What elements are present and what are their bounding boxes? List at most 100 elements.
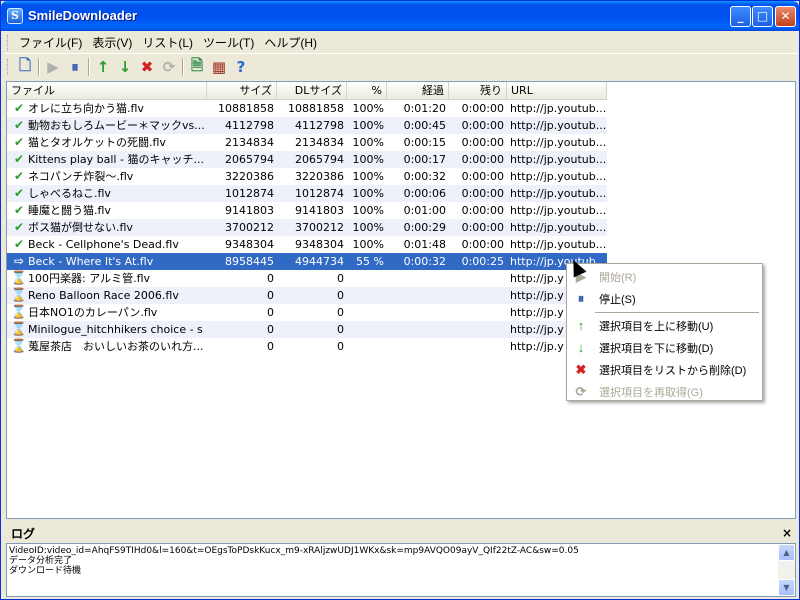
pct-cell — [347, 270, 387, 287]
column-header-0[interactable]: ファイル — [7, 82, 207, 100]
table-row[interactable]: ✔ 睡魔と闘う猫.flv 9141803 9141803 100% 0:01:00 0:00… — [7, 202, 607, 219]
table-row[interactable]: ⇨ Beck - Where It's At.flv 8958445 4944734 5… — [7, 253, 607, 270]
ctx-move-down-label: 選択項目を下に移動(D) — [599, 342, 714, 355]
menubar-grip[interactable] — [7, 34, 10, 51]
window-title: SmileDownloader — [28, 8, 138, 23]
remaining-cell: 0:00:00 — [461, 102, 504, 115]
column-header-4[interactable]: 経過 — [387, 82, 449, 100]
column-header-5[interactable]: 残り — [449, 82, 507, 100]
remaining-cell: 0:00:00 — [461, 170, 504, 183]
column-header-1[interactable]: サイズ — [207, 82, 277, 100]
ctx-delete[interactable]: ✖ 選択項目をリストから削除(D) — [569, 359, 760, 380]
ctx-start-label: 開始(R) — [599, 271, 637, 284]
elapsed-cell: 0:01:20 — [403, 102, 446, 115]
title-bar[interactable]: S SmileDownloader _ □ ✕ — [1, 1, 799, 31]
file-name-cell: ⌛ 100円楽器: アルミ管.flv — [7, 270, 207, 287]
size-cell: 0 — [267, 306, 274, 319]
menu-item-1[interactable]: 表示(V) — [87, 34, 137, 51]
table-row[interactable]: ⌛ 蒐屋茶店 おいしいお茶のいれ方... 0 0 http://jp.y — [7, 338, 607, 355]
settings-icon[interactable]: ▦ — [208, 56, 230, 78]
file-name-cell: ⇨ Beck - Where It's At.flv — [7, 253, 207, 270]
log-scrollbar[interactable]: ▲ ▼ — [778, 544, 795, 596]
check-icon: ✔ — [13, 169, 25, 183]
table-row[interactable]: ✔ ボス猫が倒せない.flv 3700212 3700212 100% 0:00:29 0:… — [7, 219, 607, 236]
hourglass-icon: ⌛ — [10, 305, 28, 320]
file-name: 蒐屋茶店 おいしいお茶のいれ方... — [28, 340, 204, 353]
elapsed-cell — [387, 270, 449, 287]
toolbar: 🗋 ▶ ⏸ ↑ ↓ ✖ ⟳ 🗎 ▦? — [4, 55, 798, 79]
log-panel[interactable]: VideoID:video_id=AhqFS9TIHd0&l=160&t=OEg… — [6, 543, 796, 597]
menu-item-0[interactable]: ファイル(F) — [14, 34, 87, 51]
move-up-icon[interactable]: ↑ — [92, 56, 114, 78]
table-row[interactable]: ⌛ Minilogue_hitchhikers choice - s... 0 0 ht… — [7, 321, 607, 338]
move-down-icon[interactable]: ↓ — [114, 56, 136, 78]
log-close-icon[interactable]: × — [782, 526, 792, 540]
table-row[interactable]: ✔ 動物おもしろムービー＊マックvs... 4112798 4112798 100% 0:… — [7, 117, 607, 134]
menu-item-4[interactable]: ヘルプ(H) — [259, 34, 322, 51]
dl-cell: 2134834 — [295, 136, 344, 149]
column-header-6[interactable]: URL — [507, 82, 607, 100]
table-row[interactable]: ⌛ 日本NO1のカレーパン.flv 0 0 http://jp.y — [7, 304, 607, 321]
scroll-down-icon[interactable]: ▼ — [778, 579, 795, 596]
table-row[interactable]: ⌛ Reno Balloon Race 2006.flv 0 0 http://jp.y — [7, 287, 607, 304]
size-cell: 3700212 — [207, 219, 277, 236]
remaining-cell: 0:00:00 — [449, 185, 507, 202]
size-cell: 0 — [267, 340, 274, 353]
dl-cell: 3220386 — [295, 170, 344, 183]
scroll-up-icon[interactable]: ▲ — [778, 544, 795, 561]
help-icon[interactable]: ? — [230, 56, 252, 78]
main-window: S SmileDownloader _ □ ✕ ファイル(F) 表示(V) リスト(… — [0, 0, 800, 600]
table-row[interactable]: ⌛ 100円楽器: アルミ管.flv 0 0 http://jp.y — [7, 270, 607, 287]
table-row[interactable]: ✔ Kittens play ball - 猫のキャッチ... 2065794 206… — [7, 151, 607, 168]
check-icon: ✔ — [13, 186, 25, 200]
pct-cell — [347, 321, 387, 338]
menu-item-2[interactable]: リスト(L) — [137, 34, 198, 51]
url-cell: http://jp.youtub... — [507, 219, 607, 236]
pct-cell: 100% — [347, 219, 387, 236]
table-row[interactable]: ✔ しゃべるねこ.flv 1012874 1012874 100% 0:00:06 0:00… — [7, 185, 607, 202]
toolbar-grip[interactable] — [7, 59, 10, 75]
table-row[interactable]: ✔ オレに立ち向かう猫.flv 10881858 10881858 100% 0:01:2… — [7, 100, 607, 117]
file-name: しゃべるねこ.flv — [28, 187, 111, 200]
app-icon[interactable]: S — [7, 8, 23, 24]
arrow-down-icon: ↓ — [577, 340, 585, 355]
size-cell: 4112798 — [207, 117, 277, 134]
remaining-cell — [449, 338, 507, 355]
toolbar-separator — [38, 58, 40, 76]
refetch-icon: ⟳ — [575, 383, 587, 399]
ctx-move-up[interactable]: ↑ 選択項目を上に移動(U) — [569, 315, 760, 336]
minimize-button[interactable]: _ — [730, 6, 751, 27]
stop-icon[interactable]: ⏸ — [64, 56, 86, 78]
ctx-start: ▶ 開始(R) — [569, 266, 760, 287]
file-name-cell: ✔ しゃべるねこ.flv — [7, 185, 207, 202]
check-icon: ✔ — [13, 135, 25, 149]
table-row[interactable]: ✔ Beck - Cellphone's Dead.flv 9348304 93483… — [7, 236, 607, 253]
hourglass-icon: ⌛ — [10, 339, 28, 354]
column-header-3[interactable]: % — [347, 82, 387, 100]
new-document-icon[interactable]: 🗋 — [14, 56, 36, 78]
ctx-move-up-label: 選択項目を上に移動(U) — [599, 320, 714, 333]
menu-bar: ファイル(F) 表示(V) リスト(L) ツール(T) ヘルプ(H) — [4, 32, 798, 54]
close-button[interactable]: ✕ — [775, 6, 796, 27]
export-icon[interactable]: 🗎 — [186, 56, 208, 78]
check-icon: ✔ — [13, 152, 25, 166]
download-rows: ✔ オレに立ち向かう猫.flv 10881858 10881858 100% 0:01:2… — [7, 100, 607, 355]
column-header-2[interactable]: DLサイズ — [277, 82, 347, 100]
maximize-button[interactable]: □ — [752, 6, 773, 27]
url-cell: http://jp.youtub... — [507, 185, 607, 202]
dl-cell: 0 — [277, 321, 347, 338]
file-name-cell: ✔ Kittens play ball - 猫のキャッチ... — [7, 151, 207, 168]
ctx-move-down[interactable]: ↓ 選択項目を下に移動(D) — [569, 337, 760, 358]
dl-cell: 9348304 — [295, 238, 344, 251]
table-row[interactable]: ✔ ネコパンチ炸裂～.flv 3220386 3220386 100% 0:00:32 0:… — [7, 168, 607, 185]
delete-icon[interactable]: ✖ — [136, 56, 158, 78]
table-row[interactable]: ✔ 猫とタオルケットの死闘.flv 2134834 2134834 100% 0:00:1… — [7, 134, 607, 151]
menu-item-3[interactable]: ツール(T) — [198, 34, 259, 51]
url-cell: http://jp.youtub... — [510, 136, 607, 149]
file-name-cell: ✔ ネコパンチ炸裂～.flv — [7, 168, 207, 185]
pct-cell: 100% — [352, 238, 384, 251]
pct-cell: 100% — [347, 185, 387, 202]
ctx-stop[interactable]: ⏸ 停止(S) — [569, 288, 760, 309]
file-name-cell: ⌛ 蒐屋茶店 おいしいお茶のいれ方... — [7, 338, 207, 355]
size-cell: 0 — [207, 321, 277, 338]
